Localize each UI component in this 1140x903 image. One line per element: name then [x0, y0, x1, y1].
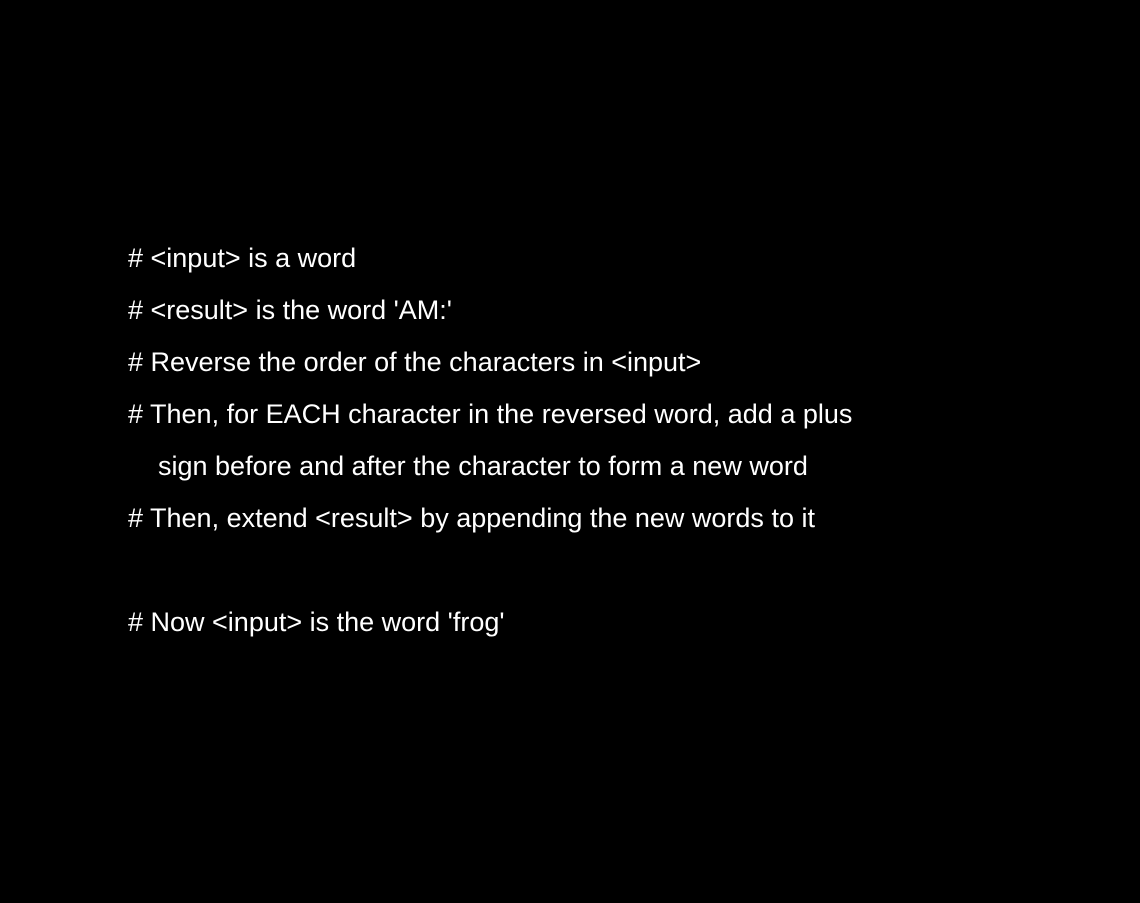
text-slide: # <input> is a word # <result> is the wo…: [0, 0, 1140, 903]
instruction-line-input-value: # Now <input> is the word 'frog': [128, 607, 505, 637]
instruction-line-input-definition: # <input> is a word: [128, 243, 357, 273]
instruction-text-block: # <input> is a word # <result> is the wo…: [128, 232, 1088, 648]
instruction-line-add-plus: # Then, for EACH character in the revers…: [128, 399, 853, 429]
instruction-line-reverse: # Reverse the order of the characters in…: [128, 347, 702, 377]
instruction-line-add-plus-continued: sign before and after the character to f…: [158, 451, 808, 481]
instruction-line-extend-result: # Then, extend <result> by appending the…: [128, 503, 815, 533]
instruction-line-result-definition: # <result> is the word 'AM:': [128, 295, 452, 325]
